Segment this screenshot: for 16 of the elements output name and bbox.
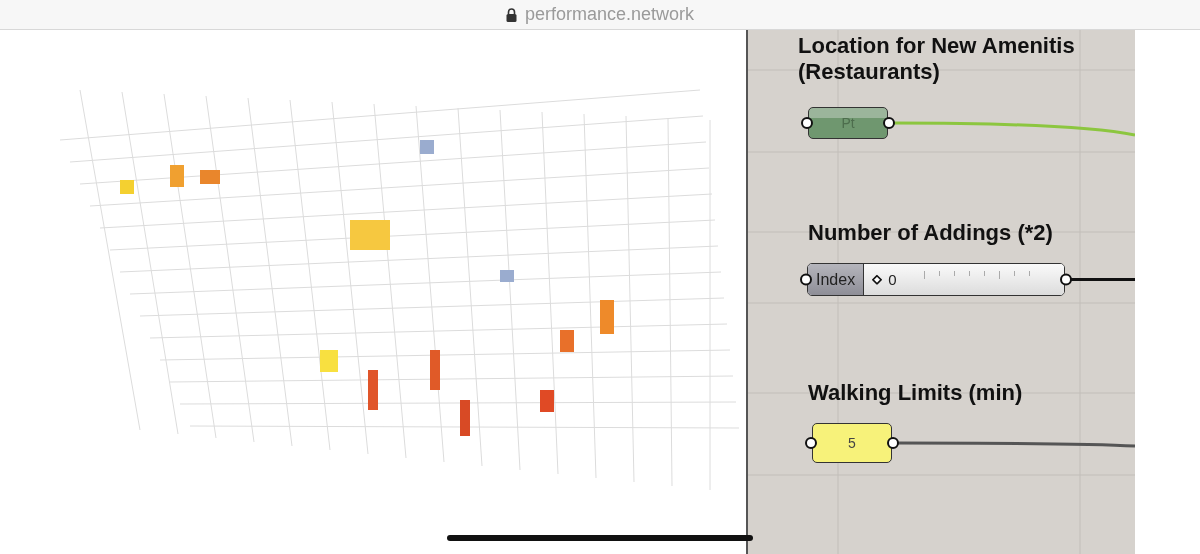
component-title: Number of Addings (*2) <box>808 220 1053 247</box>
port-icon[interactable] <box>1060 273 1072 286</box>
diamond-icon <box>872 274 883 285</box>
slider-value[interactable]: 0 <box>872 268 897 291</box>
component-title: Walking Limits (min) <box>808 380 1023 407</box>
slider-track[interactable]: 0 <box>864 264 1064 295</box>
component-title: Location for New Amenitis (Restaurants) <box>798 33 1076 86</box>
port-icon[interactable] <box>805 437 817 449</box>
port-icon[interactable] <box>887 437 899 449</box>
port-icon[interactable] <box>801 117 813 129</box>
wire <box>1070 278 1135 284</box>
number-slider[interactable]: Index 0 <box>807 263 1065 296</box>
slider-name: Index <box>808 264 865 295</box>
port-icon[interactable] <box>800 273 812 286</box>
number-panel[interactable]: 5 <box>812 423 892 463</box>
port-icon[interactable] <box>883 117 895 129</box>
